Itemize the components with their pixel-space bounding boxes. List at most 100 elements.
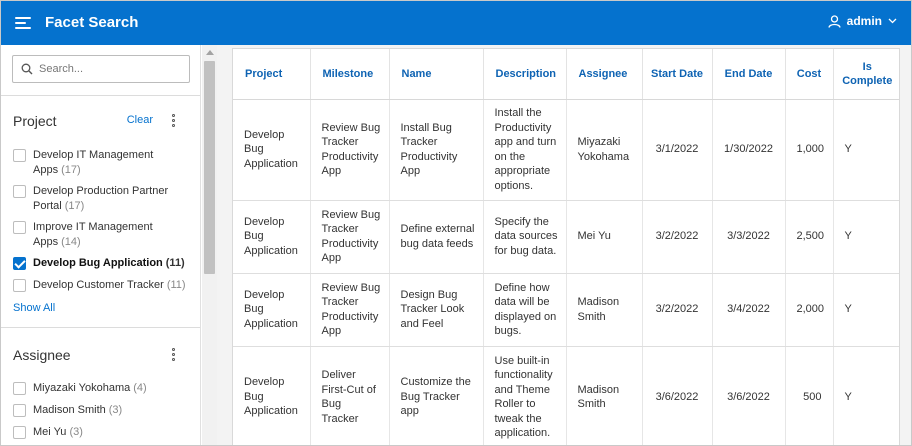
cell-cost: 1,000 (785, 99, 834, 201)
user-icon (828, 14, 841, 28)
cell-description: Specify the data sources for bug data. (483, 200, 567, 274)
column-header-cost[interactable]: Cost (785, 49, 834, 100)
option-label: Develop Bug Application (11) (33, 257, 185, 269)
option-count: (11) (165, 257, 185, 269)
option-count: (3) (69, 426, 83, 438)
search-icon (21, 63, 33, 75)
assignee-facet-header: Assignee (13, 345, 189, 365)
app-header: Facet Search admin (1, 1, 911, 45)
checkbox[interactable] (13, 221, 26, 234)
option-count: (4) (133, 382, 147, 394)
cell-assignee: Madison Smith (566, 346, 643, 445)
cell-milestone: Review Bug Tracker Productivity App (310, 99, 390, 201)
main-content: Project Milestone Name Description Assig… (217, 45, 911, 445)
cell-project: Develop Bug Application (233, 99, 311, 201)
assignee-option-mei-yu[interactable]: Mei Yu (3) (13, 425, 195, 440)
cell-end-date: 3/4/2022 (712, 273, 786, 347)
facet-search-box[interactable] (12, 55, 190, 83)
sidebar-scrollbar[interactable] (202, 45, 217, 445)
option-count: (14) (61, 236, 81, 248)
checkbox[interactable] (13, 404, 26, 417)
assignee-option-miyazaki-yokohama[interactable]: Miyazaki Yokohama (4) (13, 381, 195, 396)
kebab-menu-icon[interactable] (171, 347, 177, 363)
cell-start-date: 3/2/2022 (642, 273, 713, 347)
divider (1, 327, 200, 328)
user-name: admin (846, 14, 882, 28)
column-header-description[interactable]: Description (483, 49, 567, 100)
app-title: Facet Search (45, 14, 139, 31)
facet-sidebar: Project Clear Develop IT ManagementApps(… (1, 45, 201, 445)
show-all-link[interactable]: Show All (13, 302, 55, 314)
cell-is-complete: Y (833, 99, 899, 201)
cell-end-date: 3/3/2022 (712, 200, 786, 274)
divider (1, 95, 200, 96)
option-count: (17) (61, 164, 81, 176)
cell-is-complete: Y (833, 273, 899, 347)
checkbox[interactable] (13, 279, 26, 292)
cell-is-complete: Y (833, 346, 899, 445)
checkbox[interactable] (13, 426, 26, 439)
option-label: Develop Production Partner Portal (17) (33, 185, 169, 212)
table-row: Develop Bug Application Review Bug Track… (233, 200, 899, 274)
cell-cost: 2,500 (785, 200, 834, 274)
assignee-facet-title: Assignee (13, 347, 71, 363)
cell-name: Design Bug Tracker Look and Feel (389, 273, 484, 347)
project-option-develop-it-management-apps[interactable]: Develop IT Management Apps (17) (13, 148, 195, 178)
report-region: Project Milestone Name Description Assig… (232, 48, 900, 445)
project-option-improve-it-management-apps[interactable]: Improve IT Management Apps (14) (13, 220, 195, 250)
cell-description: Install the Productivity app and turn on… (483, 99, 567, 201)
cell-cost: 2,000 (785, 273, 834, 347)
project-facet-header: Project Clear (13, 111, 189, 131)
cell-end-date: 1/30/2022 (712, 99, 786, 201)
scrollbar-thumb[interactable] (204, 61, 215, 274)
cell-description: Define how data will be displayed on bug… (483, 273, 567, 347)
checkbox-checked[interactable] (13, 257, 26, 270)
table-row: Develop Bug Application Review Bug Track… (233, 99, 899, 201)
app-window: Facet Search admin Project Clear (0, 0, 912, 446)
column-header-name[interactable]: Name (389, 49, 484, 100)
cell-is-complete: Y (833, 200, 899, 274)
option-label: Develop Customer Tracker (11) (33, 279, 186, 291)
option-label: Mei Yu (3) (33, 426, 83, 438)
column-header-start-date[interactable]: Start Date (642, 49, 713, 100)
cell-cost: 500 (785, 346, 834, 445)
assignee-option-madison-smith[interactable]: Madison Smith (3) (13, 403, 195, 418)
cell-project: Develop Bug Application (233, 200, 311, 274)
user-menu-button[interactable]: admin (828, 14, 897, 28)
cell-assignee: Madison Smith (566, 273, 643, 347)
cell-name: Install Bug Tracker Productivity App (389, 99, 484, 201)
checkbox[interactable] (13, 149, 26, 162)
project-option-develop-bug-application[interactable]: Develop Bug Application (11) (13, 256, 195, 271)
option-count: (11) (166, 279, 186, 291)
cell-name: Define external bug data feeds (389, 200, 484, 274)
option-count: (17) (64, 200, 85, 212)
cell-project: Develop Bug Application (233, 346, 311, 445)
kebab-menu-icon[interactable] (171, 113, 177, 129)
checkbox[interactable] (13, 382, 26, 395)
cell-milestone: Deliver First-Cut of Bug Tracker (310, 346, 390, 445)
cell-milestone: Review Bug Tracker Productivity App (310, 200, 390, 274)
column-header-milestone[interactable]: Milestone (310, 49, 390, 100)
column-header-project[interactable]: Project (233, 49, 311, 100)
project-option-develop-production-partner-portal[interactable]: Develop Production Partner Portal (17) (13, 184, 195, 214)
search-input[interactable] (39, 63, 179, 75)
option-count: (3) (108, 404, 123, 416)
project-facet-title: Project (13, 113, 57, 129)
column-header-end-date[interactable]: End Date (712, 49, 786, 100)
checkbox[interactable] (13, 185, 26, 198)
table-row: Develop Bug Application Deliver First-Cu… (233, 346, 899, 445)
cell-milestone: Review Bug Tracker Productivity App (310, 273, 390, 347)
project-option-develop-customer-tracker[interactable]: Develop Customer Tracker (11) (13, 278, 195, 293)
column-header-assignee[interactable]: Assignee (566, 49, 643, 100)
cell-description: Use built-in functionality and Theme Rol… (483, 346, 567, 445)
hamburger-menu-icon[interactable] (15, 15, 33, 31)
cell-start-date: 3/2/2022 (642, 200, 713, 274)
scroll-up-arrow-icon[interactable] (206, 50, 214, 55)
column-header-is-complete[interactable]: Is Complete (833, 49, 899, 100)
cell-end-date: 3/6/2022 (712, 346, 786, 445)
table-row: Develop Bug Application Review Bug Track… (233, 273, 899, 347)
cell-project: Develop Bug Application (233, 273, 311, 347)
cell-start-date: 3/1/2022 (642, 99, 713, 201)
project-clear-button[interactable]: Clear (127, 114, 153, 126)
cell-assignee: Mei Yu (566, 200, 643, 274)
